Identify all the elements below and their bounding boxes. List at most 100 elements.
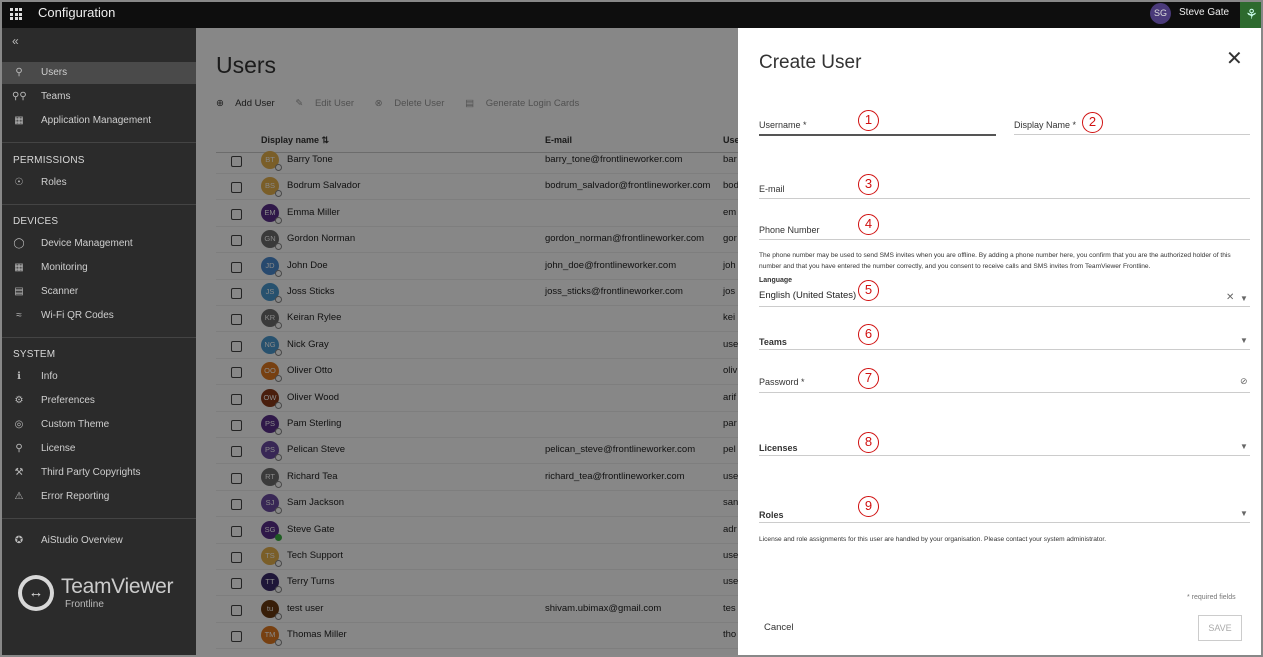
- language-select[interactable]: [759, 306, 1250, 307]
- sidebar-item-label: AiStudio Overview: [41, 535, 123, 546]
- marker-8: 8: [858, 432, 879, 453]
- top-bar: Configuration SG Steve Gate ⚘: [0, 0, 1263, 28]
- roles-icon: ☉: [14, 177, 24, 188]
- sidebar-item-label: Custom Theme: [41, 419, 110, 430]
- sidebar-item-scanner[interactable]: ▤ Scanner: [0, 281, 196, 303]
- permissions-header: PERMISSIONS: [13, 155, 85, 166]
- network-icon[interactable]: ⚘: [1240, 0, 1263, 28]
- create-user-dialog: Create User ✕ Username * 1 Display Name …: [738, 28, 1263, 657]
- sidebar-item-users[interactable]: ⚲ Users: [0, 62, 196, 84]
- sidebar-item-aistudio-overview[interactable]: ✪ AiStudio Overview: [0, 530, 196, 552]
- marker-7: 7: [858, 368, 879, 389]
- phone-label: Phone Number: [759, 225, 820, 235]
- chevron-down-icon[interactable]: ▼: [1240, 336, 1248, 345]
- username-label: Username *: [759, 120, 807, 130]
- save-button[interactable]: SAVE: [1198, 615, 1242, 641]
- app-title: Configuration: [38, 5, 116, 20]
- licenses-label: Licenses: [759, 443, 798, 453]
- sidebar-item-label: Teams: [41, 91, 71, 102]
- sidebar-item-teams[interactable]: ⚲⚲ Teams: [0, 86, 196, 108]
- aistudio-icon: ✪: [14, 535, 24, 546]
- apps-icon: ▦: [14, 115, 24, 126]
- roles-label: Roles: [759, 510, 784, 520]
- licenses-select[interactable]: [759, 455, 1250, 456]
- logo-subtitle: Frontline: [65, 599, 104, 610]
- gavel-icon: ⚒: [14, 467, 24, 478]
- phone-help-text: The phone number may be used to send SMS…: [759, 252, 1231, 270]
- license-note: License and role assignments for this us…: [759, 536, 1107, 543]
- sidebar-item-label: Wi-Fi QR Codes: [41, 310, 114, 321]
- sidebar-divider: [0, 518, 196, 519]
- sidebar-divider: [0, 337, 196, 338]
- sidebar-item-label: Info: [41, 371, 58, 382]
- marker-6: 6: [858, 324, 879, 345]
- close-icon[interactable]: ✕: [1226, 46, 1243, 71]
- sidebar-item-label: Application Management: [41, 115, 152, 126]
- app-grid-icon[interactable]: [10, 8, 22, 20]
- sidebar-divider: [0, 204, 196, 205]
- marker-5: 5: [858, 280, 879, 301]
- required-fields-note: * required fields: [1187, 594, 1236, 601]
- sidebar-item-label: License: [41, 443, 76, 454]
- devices-header: DEVICES: [13, 216, 59, 227]
- eye-slash-icon[interactable]: ⊘: [1240, 376, 1248, 387]
- sidebar-item-application-management[interactable]: ▦ Application Management: [0, 110, 196, 132]
- warning-icon: ⚠: [14, 491, 24, 502]
- sidebar-item-wifi-qr-codes[interactable]: ≈ Wi-Fi QR Codes: [0, 305, 196, 327]
- marker-4: 4: [858, 214, 879, 235]
- chevron-down-icon[interactable]: ▼: [1240, 442, 1248, 451]
- user-icon: ⚲: [15, 67, 23, 78]
- scanner-icon: ▤: [14, 286, 24, 297]
- shield-icon: ◯: [13, 238, 25, 249]
- sidebar-item-monitoring[interactable]: ▦ Monitoring: [0, 257, 196, 279]
- clear-icon[interactable]: ✕: [1226, 292, 1234, 303]
- email-input[interactable]: [759, 198, 1250, 199]
- teams-select[interactable]: [759, 349, 1250, 350]
- teamviewer-logo-icon: ↔: [18, 575, 54, 611]
- language-select-value[interactable]: English (United States): [759, 290, 856, 301]
- marker-3: 3: [858, 174, 879, 195]
- user-name[interactable]: Steve Gate: [1179, 7, 1229, 18]
- display-name-label: Display Name *: [1014, 120, 1077, 130]
- sidebar-item-info[interactable]: ℹ Info: [0, 366, 196, 388]
- chevron-down-icon[interactable]: ▼: [1240, 509, 1248, 518]
- sidebar-item-label: Users: [41, 67, 68, 78]
- system-header: SYSTEM: [13, 349, 56, 360]
- modal-backdrop[interactable]: [196, 28, 738, 657]
- gear-icon: ⚙: [14, 395, 24, 406]
- sidebar-divider: [0, 142, 196, 143]
- info-icon: ℹ: [17, 371, 21, 382]
- display-name-input[interactable]: [1014, 134, 1250, 135]
- teamviewer-logo: ↔ TeamViewer Frontline: [18, 575, 178, 615]
- sidebar-item-roles[interactable]: ☉ Roles: [0, 172, 196, 194]
- password-label: Password *: [759, 377, 805, 387]
- sidebar-item-error-reporting[interactable]: ⚠ Error Reporting: [0, 486, 196, 508]
- cancel-button[interactable]: Cancel: [764, 622, 794, 633]
- sidebar-item-label: Scanner: [41, 286, 79, 297]
- phone-input[interactable]: [759, 239, 1250, 240]
- palette-icon: ◎: [14, 419, 24, 430]
- roles-select[interactable]: [759, 522, 1250, 523]
- sidebar-item-license[interactable]: ⚲ License: [0, 438, 196, 460]
- username-input[interactable]: [759, 134, 996, 136]
- sidebar-item-third-party-copyrights[interactable]: ⚒ Third Party Copyrights: [0, 462, 196, 484]
- sidebar-item-device-management[interactable]: ◯ Device Management: [0, 233, 196, 255]
- password-input[interactable]: [759, 392, 1250, 393]
- user-avatar[interactable]: SG: [1150, 3, 1171, 24]
- marker-1: 1: [858, 110, 879, 131]
- marker-9: 9: [858, 496, 879, 517]
- teams-icon: ⚲⚲: [12, 91, 27, 102]
- teams-label: Teams: [759, 337, 787, 347]
- sidebar-item-label: Error Reporting: [41, 491, 110, 502]
- collapse-sidebar-icon[interactable]: «: [12, 34, 19, 48]
- chevron-down-icon[interactable]: ▼: [1240, 294, 1248, 303]
- sidebar-item-label: Device Management: [41, 238, 133, 249]
- language-label: Language: [759, 277, 793, 284]
- sidebar-item-preferences[interactable]: ⚙ Preferences: [0, 390, 196, 412]
- sidebar-item-custom-theme[interactable]: ◎ Custom Theme: [0, 414, 196, 436]
- dialog-title: Create User: [759, 52, 862, 73]
- license-icon: ⚲: [15, 443, 23, 454]
- sidebar: « ⚲ Users ⚲⚲ Teams ▦ Application Managem…: [0, 28, 196, 657]
- monitoring-icon: ▦: [14, 262, 24, 273]
- marker-2: 2: [1082, 112, 1103, 133]
